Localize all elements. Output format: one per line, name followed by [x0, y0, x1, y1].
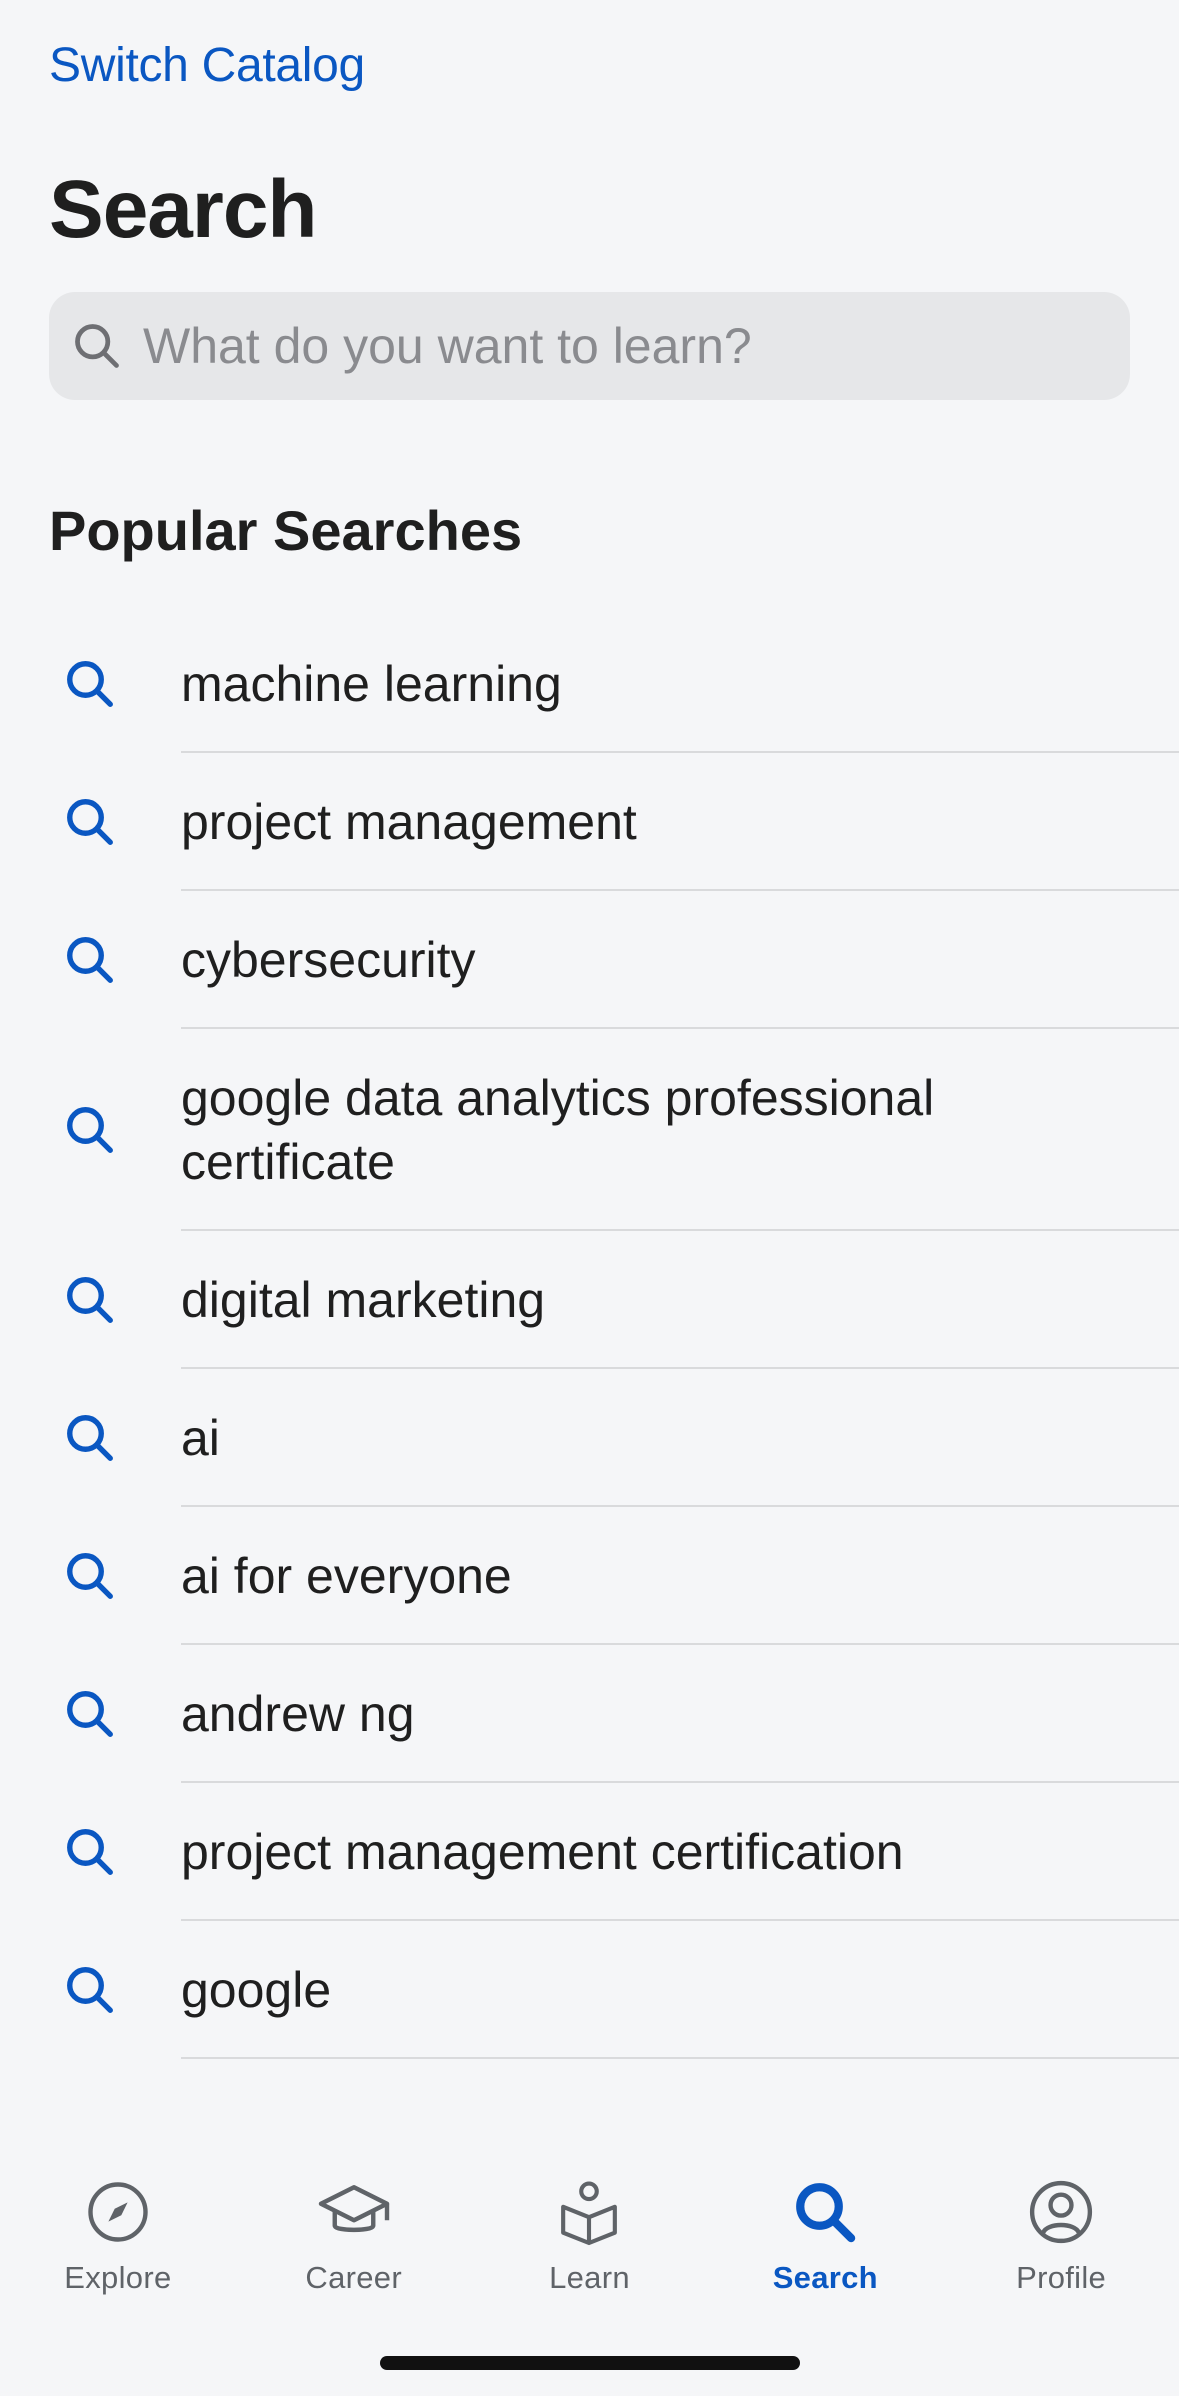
tab-learn[interactable]: Learn	[472, 2150, 708, 2300]
search-icon	[58, 1406, 122, 1470]
popular-search-item[interactable]: google data analytics professional certi…	[0, 1029, 1179, 1231]
search-icon	[58, 1098, 122, 1162]
popular-search-item[interactable]: ai for everyone	[0, 1507, 1179, 1645]
page-title: Search	[49, 164, 318, 255]
tab-career[interactable]: Career	[236, 2150, 472, 2300]
search-input[interactable]	[143, 306, 1083, 386]
search-icon	[58, 1544, 122, 1608]
search-icon	[58, 790, 122, 854]
search-icon	[58, 1268, 122, 1332]
popular-search-item[interactable]: project management certification	[0, 1783, 1179, 1921]
search-icon	[58, 1958, 122, 2022]
graduation-cap-icon	[318, 2176, 390, 2248]
popular-search-label: google	[181, 1962, 332, 2018]
popular-search-label: digital marketing	[181, 1272, 546, 1328]
popular-search-label: ai for everyone	[181, 1548, 512, 1604]
tab-profile[interactable]: Profile	[943, 2150, 1179, 2300]
learner-book-icon	[553, 2176, 625, 2248]
popular-search-item[interactable]: andrew ng	[0, 1645, 1179, 1783]
popular-search-label: ai	[181, 1410, 220, 1466]
tab-search[interactable]: Search	[707, 2150, 943, 2300]
tab-label: Explore	[64, 2260, 172, 2295]
popular-searches-heading: Popular Searches	[49, 499, 523, 562]
search-icon	[58, 1682, 122, 1746]
popular-search-label: google data analytics professional certi…	[181, 1070, 935, 1190]
search-icon	[69, 318, 125, 374]
tab-label: Learn	[549, 2260, 630, 2295]
popular-search-item[interactable]: machine learning	[0, 615, 1179, 753]
switch-catalog-link[interactable]: Switch Catalog	[49, 38, 365, 93]
popular-search-label: andrew ng	[181, 1686, 415, 1742]
search-icon	[58, 928, 122, 992]
popular-search-label: machine learning	[181, 656, 562, 712]
search-screen: Switch Catalog Search Popular Searches m…	[0, 0, 1179, 2396]
tab-label: Profile	[1016, 2260, 1107, 2295]
search-icon	[58, 652, 122, 716]
tab-explore[interactable]: Explore	[0, 2150, 236, 2300]
popular-search-item[interactable]: project management	[0, 753, 1179, 891]
popular-search-label: project management	[181, 794, 637, 850]
tab-label: Career	[305, 2260, 402, 2295]
tab-label: Search	[772, 2260, 878, 2295]
popular-search-label: project management certification	[181, 1824, 904, 1880]
popular-search-item[interactable]: ai	[0, 1369, 1179, 1507]
search-icon	[789, 2176, 861, 2248]
bottom-tab-bar: Explore Career Learn Search Profile	[0, 2150, 1179, 2300]
home-indicator	[380, 2356, 800, 2370]
profile-icon	[1025, 2176, 1097, 2248]
popular-search-item[interactable]: cybersecurity	[0, 891, 1179, 1029]
search-icon	[58, 1820, 122, 1884]
popular-searches-list: machine learning project management cybe…	[0, 615, 1179, 2059]
divider	[181, 2057, 1179, 2059]
compass-icon	[82, 2176, 154, 2248]
popular-search-item[interactable]: digital marketing	[0, 1231, 1179, 1369]
popular-search-item[interactable]: google	[0, 1921, 1179, 2059]
popular-search-label: cybersecurity	[181, 932, 476, 988]
search-field[interactable]	[49, 292, 1130, 400]
